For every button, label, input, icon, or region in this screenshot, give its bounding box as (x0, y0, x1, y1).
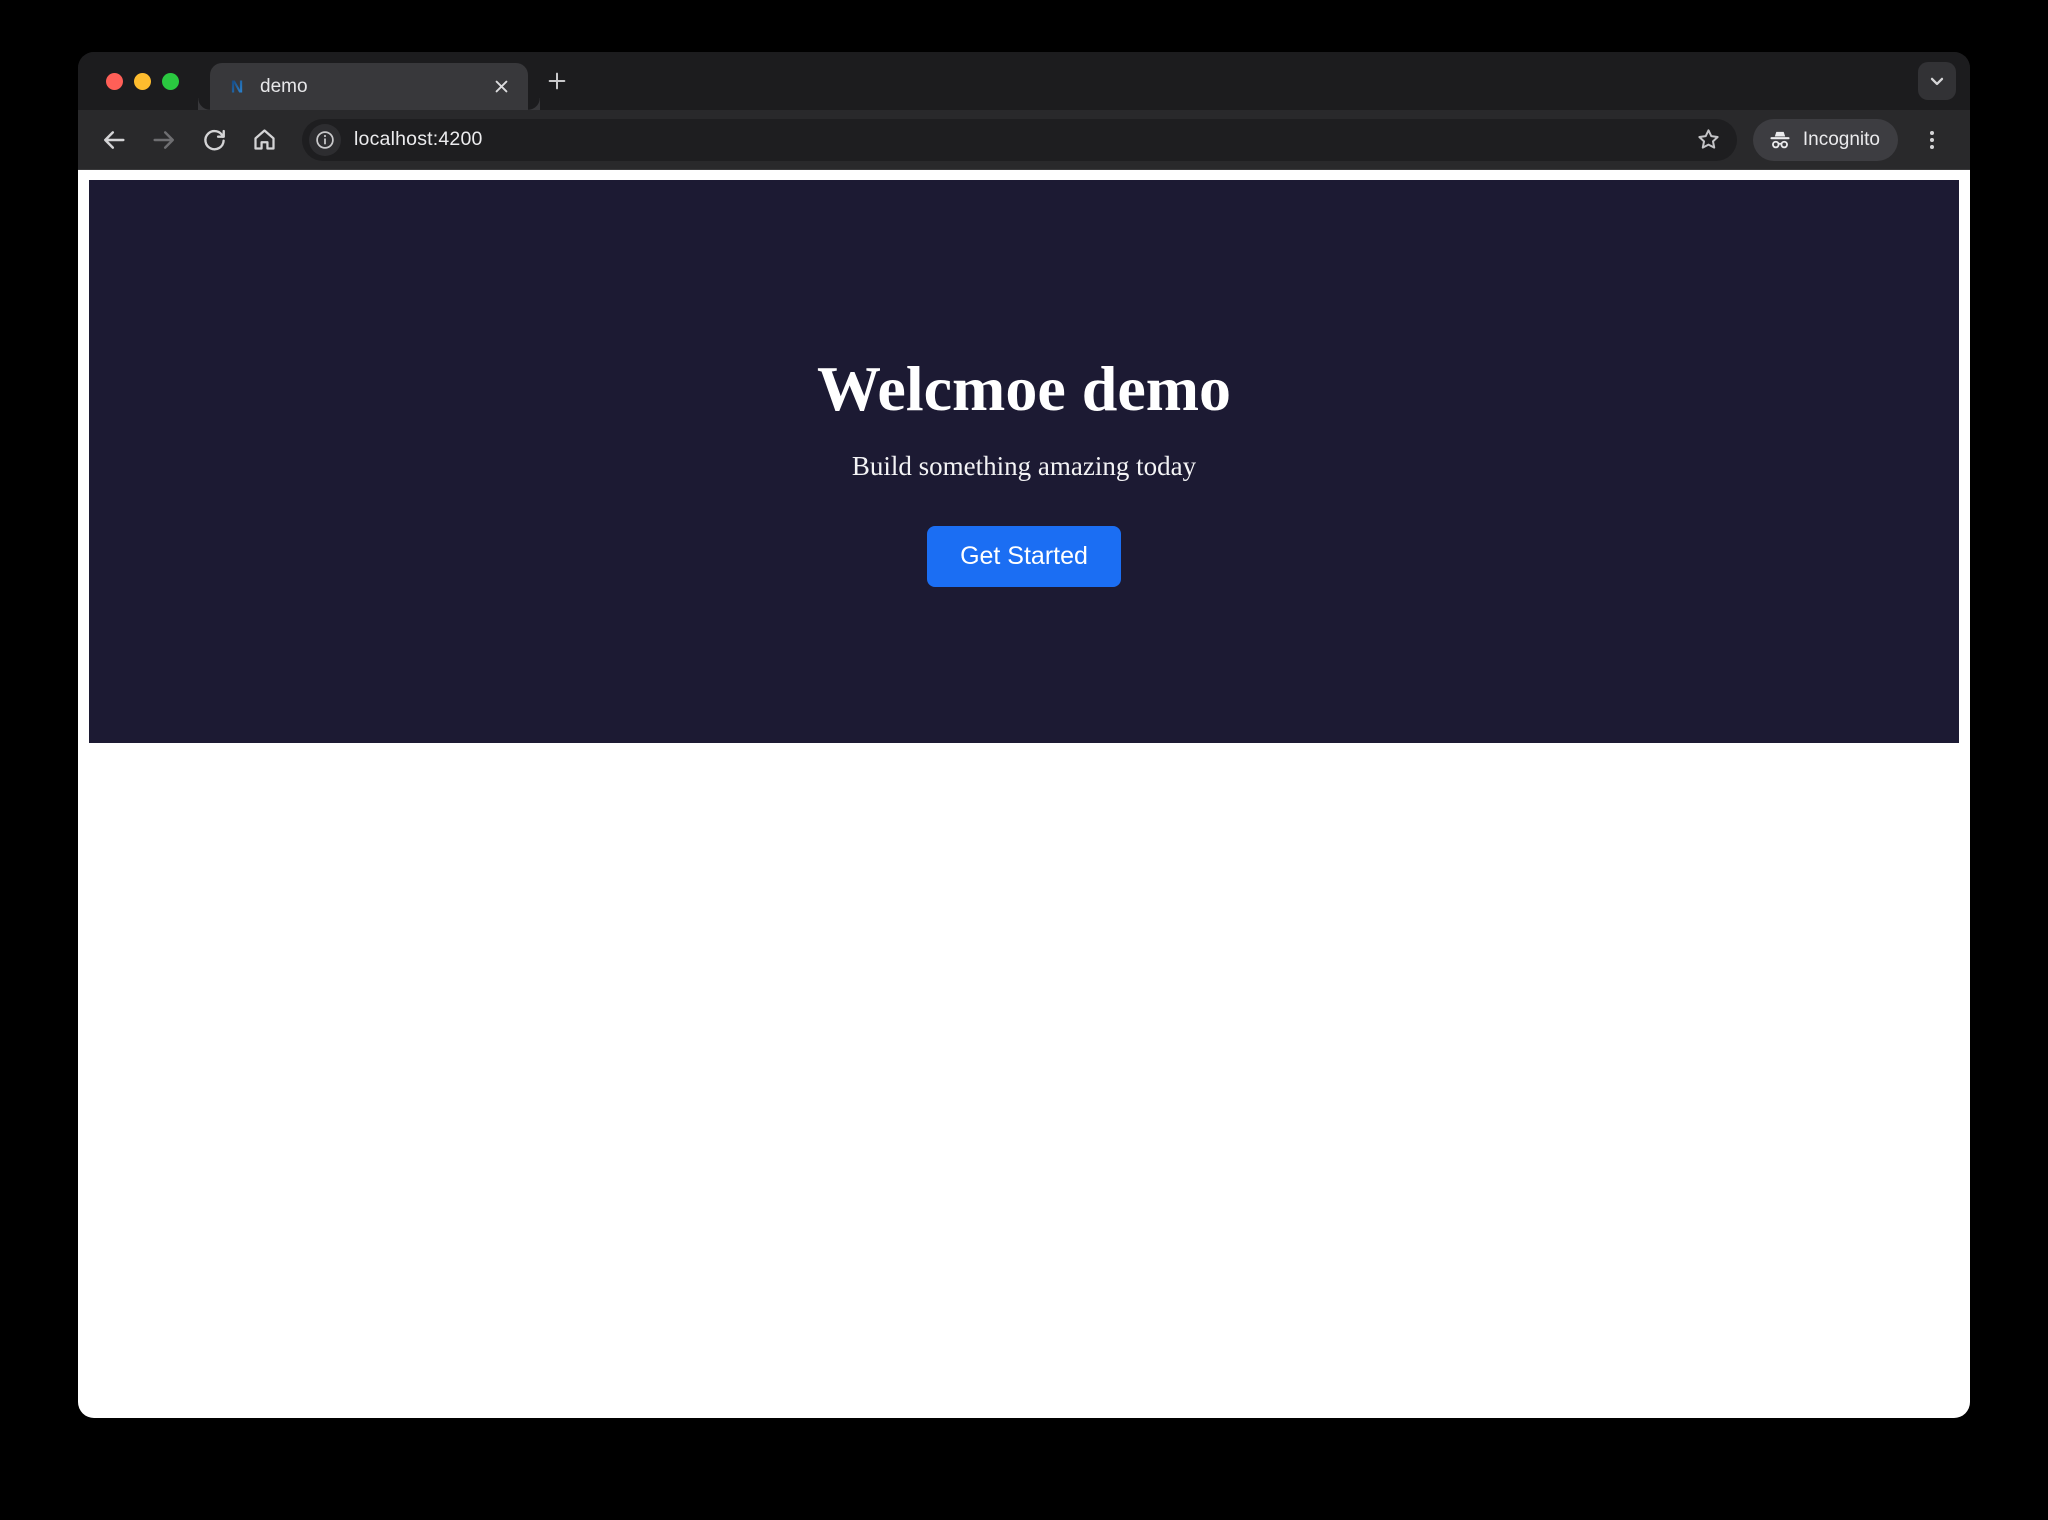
window-controls (106, 73, 179, 90)
browser-menu-icon[interactable] (1912, 120, 1952, 160)
tab-favicon-icon: N (226, 76, 248, 98)
back-button[interactable] (92, 118, 136, 162)
tab-strip: N demo (78, 52, 1970, 110)
hero-section: Welcmoe demo Build something amazing tod… (89, 180, 1959, 743)
address-bar[interactable]: localhost:4200 (302, 119, 1737, 161)
bookmark-star-icon[interactable] (1691, 122, 1727, 158)
new-tab-button[interactable] (540, 64, 574, 98)
site-info-icon[interactable] (309, 124, 341, 156)
close-tab-icon[interactable] (488, 74, 514, 100)
incognito-label: Incognito (1803, 129, 1880, 151)
fullscreen-window-button[interactable] (162, 73, 179, 90)
home-button[interactable] (242, 118, 286, 162)
browser-toolbar: localhost:4200 Incognito (78, 110, 1970, 170)
browser-tab-demo[interactable]: N demo (210, 63, 528, 110)
url-text[interactable]: localhost:4200 (354, 128, 1691, 151)
incognito-badge: Incognito (1753, 119, 1898, 161)
forward-button[interactable] (142, 118, 186, 162)
minimize-window-button[interactable] (134, 73, 151, 90)
hero-title: Welcmoe demo (817, 354, 1231, 424)
reload-button[interactable] (192, 118, 236, 162)
incognito-icon (1767, 127, 1793, 153)
tab-title: demo (260, 76, 488, 98)
get-started-button[interactable]: Get Started (927, 526, 1121, 587)
browser-window: N demo (78, 52, 1970, 1418)
close-window-button[interactable] (106, 73, 123, 90)
hero-subtitle: Build something amazing today (852, 451, 1196, 482)
tab-search-chevron-button[interactable] (1918, 62, 1956, 100)
svg-text:N: N (231, 76, 244, 96)
page-viewport: Welcmoe demo Build something amazing tod… (78, 170, 1970, 1418)
